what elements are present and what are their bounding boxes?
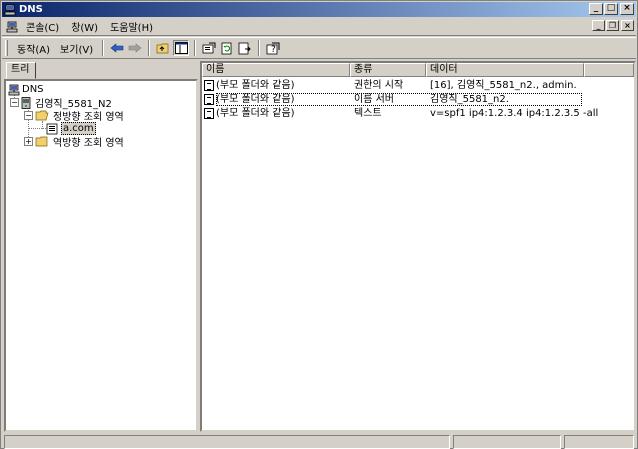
tree-label-dns: DNS bbox=[22, 84, 44, 95]
forward-arrow-icon[interactable] bbox=[127, 40, 143, 56]
server-icon bbox=[21, 96, 31, 109]
tree-label-reverse-zone: 역방향 조회 영역 bbox=[53, 138, 124, 149]
toolbar-separator bbox=[258, 40, 261, 56]
maximize-button[interactable]: □ bbox=[604, 3, 618, 15]
name-cell: (부모 폴더와 같음) bbox=[204, 79, 295, 92]
column-header-filler bbox=[584, 63, 634, 77]
folder-icon bbox=[35, 136, 49, 148]
status-bar bbox=[2, 434, 636, 449]
tree-label-forward-zone: 정방향 조회 영역 bbox=[53, 112, 124, 123]
toolbar-grip[interactable] bbox=[5, 40, 8, 56]
status-panel-2 bbox=[453, 435, 561, 449]
title-bar[interactable]: DNS _ □ × bbox=[2, 2, 636, 17]
show-tree-icon[interactable] bbox=[173, 40, 190, 56]
svg-text:?: ? bbox=[271, 45, 276, 55]
menu-window[interactable]: 창(W) bbox=[65, 19, 104, 34]
type-cell: 이름 서버 bbox=[354, 94, 394, 105]
tree-pane[interactable]: DNS − 김영직_5581_N2 − 정방향 조회 영역 a.com + 역방… bbox=[4, 79, 198, 432]
column-header-name[interactable]: 이름 bbox=[202, 63, 350, 77]
record-icon bbox=[204, 79, 214, 91]
tree-line bbox=[42, 121, 43, 129]
collapse-toggle[interactable]: − bbox=[10, 98, 19, 107]
menu-bar: 콘솔(C) 창(W) 도움말(H) _ ❐ × bbox=[2, 18, 636, 36]
table-row[interactable]: (부모 폴더와 같음) 이름 서버 김영직_5581_n2. bbox=[202, 93, 634, 106]
console-menu-icon[interactable] bbox=[6, 21, 18, 33]
action-menu[interactable]: 동작(A) bbox=[12, 41, 55, 56]
data-cell: v=spf1 ip4:1.2.3.4 ip4:1.2.3.5 -all bbox=[430, 108, 599, 119]
help-icon[interactable]: ? bbox=[265, 40, 281, 56]
tree-tab-strip: 트리 bbox=[4, 61, 197, 79]
type-cell: 텍스트 bbox=[354, 108, 382, 119]
column-header-type[interactable]: 종류 bbox=[350, 63, 426, 77]
minimize-button[interactable]: _ bbox=[589, 3, 603, 15]
status-panel-3 bbox=[564, 435, 634, 449]
menu-help[interactable]: 도움말(H) bbox=[104, 19, 159, 34]
tree-node-reverse-zone[interactable]: + 역방향 조회 영역 bbox=[24, 135, 125, 149]
name-cell: (부모 폴더와 같음) bbox=[204, 93, 295, 106]
data-cell: [16], 김영직_5581_n2., admin. bbox=[430, 80, 577, 91]
properties-icon[interactable] bbox=[201, 40, 217, 56]
dns-app-icon bbox=[4, 4, 16, 16]
record-icon bbox=[204, 107, 214, 119]
toolbar-separator bbox=[148, 40, 151, 56]
refresh-icon[interactable] bbox=[219, 40, 235, 56]
table-row[interactable]: (부모 폴더와 같음) 권한의 시작 [16], 김영직_5581_n2., a… bbox=[202, 79, 634, 92]
toolbar: 동작(A) 보기(V) ? bbox=[2, 37, 636, 59]
menu-console[interactable]: 콘솔(C) bbox=[20, 19, 65, 34]
dns-window: DNS _ □ × 콘솔(C) 창(W) 도움말(H) _ ❐ × 동작(A) bbox=[0, 0, 638, 449]
status-panel-main bbox=[4, 435, 450, 449]
back-arrow-icon[interactable] bbox=[109, 40, 125, 56]
records-list-pane[interactable]: 이름 종류 데이터 (부모 폴더와 같음) 권한의 시작 [16], 김영직_5… bbox=[200, 61, 636, 432]
folder-open-icon bbox=[35, 110, 49, 122]
tab-tree[interactable]: 트리 bbox=[6, 62, 36, 79]
type-cell: 권한의 시작 bbox=[354, 80, 404, 91]
tree-node-forward-zone[interactable]: − 정방향 조회 영역 bbox=[24, 109, 125, 123]
name-cell: (부모 폴더와 같음) bbox=[204, 107, 295, 120]
column-header-data[interactable]: 데이터 bbox=[426, 63, 584, 77]
table-row[interactable]: (부모 폴더와 같음) 텍스트 v=spf1 ip4:1.2.3.4 ip4:1… bbox=[202, 107, 634, 120]
close-button[interactable]: × bbox=[620, 3, 634, 15]
child-close-button[interactable]: × bbox=[621, 20, 634, 31]
data-cell: 김영직_5581_n2. bbox=[430, 94, 509, 105]
export-list-icon[interactable] bbox=[237, 40, 253, 56]
view-menu[interactable]: 보기(V) bbox=[55, 41, 98, 56]
toolbar-separator bbox=[194, 40, 197, 56]
child-minimize-button[interactable]: _ bbox=[592, 20, 605, 31]
collapse-toggle[interactable]: − bbox=[24, 111, 33, 120]
up-folder-icon[interactable] bbox=[155, 40, 171, 56]
dns-root-icon bbox=[8, 84, 20, 96]
toolbar-separator bbox=[102, 40, 105, 56]
window-title: DNS bbox=[19, 4, 43, 15]
zone-icon bbox=[46, 123, 58, 135]
expand-toggle[interactable]: + bbox=[24, 137, 33, 146]
record-icon bbox=[204, 93, 214, 105]
child-restore-button[interactable]: ❐ bbox=[606, 20, 619, 31]
